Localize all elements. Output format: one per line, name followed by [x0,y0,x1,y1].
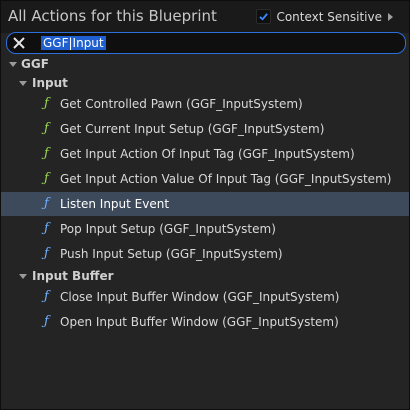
expand-arrow-icon[interactable] [9,62,17,67]
function-icon: ƒ [44,314,49,329]
category-label: GGF [21,57,49,71]
clear-search-icon[interactable] [12,36,26,50]
list-item[interactable]: ƒ Get Input Action Of Input Tag (GGF_Inp… [1,142,409,166]
checkbox-icon[interactable] [256,9,272,24]
action-label: Close Input Buffer Window (GGF_InputSyst… [60,290,340,304]
category-input-buffer[interactable]: Input Buffer [1,267,409,285]
list-item[interactable]: ƒ Pop Input Setup (GGF_InputSystem) [1,217,409,241]
category-label: Input Buffer [32,269,114,283]
action-label: Get Current Input Setup (GGF_InputSystem… [60,122,325,136]
context-sensitive-toggle[interactable]: Context Sensitive [256,9,393,24]
action-label: Push Input Setup (GGF_InputSystem) [60,247,283,261]
header: All Actions for this Blueprint Context S… [1,1,409,33]
action-label: Pop Input Setup (GGF_InputSystem) [60,222,276,236]
action-menu-panel: All Actions for this Blueprint Context S… [0,0,410,410]
list-item[interactable]: ƒ Get Current Input Setup (GGF_InputSyst… [1,117,409,141]
action-label: Listen Input Event [60,197,170,211]
action-label: Get Input Action Of Input Tag (GGF_Input… [60,147,355,161]
function-icon: ƒ [44,196,49,211]
function-icon: ƒ [44,289,49,304]
search-value[interactable]: GGF|Input [41,36,106,50]
function-icon: ƒ [44,221,49,236]
action-label: Open Input Buffer Window (GGF_InputSyste… [60,315,339,329]
list-item-selected[interactable]: ƒ Listen Input Event [1,192,409,216]
search-input[interactable]: GGF|Input [6,32,406,54]
list-item[interactable]: ƒ Open Input Buffer Window (GGF_InputSys… [1,310,409,334]
category-input[interactable]: Input [1,74,409,92]
category-label: Input [32,76,68,90]
function-icon: ƒ [44,246,49,261]
action-label: Get Input Action Value Of Input Tag (GGF… [60,172,392,186]
list-item[interactable]: ƒ Close Input Buffer Window (GGF_InputSy… [1,285,409,309]
function-icon: ƒ [44,146,49,161]
list-item[interactable]: ƒ Get Input Action Value Of Input Tag (G… [1,167,409,191]
expand-arrow-icon[interactable] [19,274,27,279]
function-icon: ƒ [44,96,49,111]
function-icon: ƒ [44,121,49,136]
function-icon: ƒ [44,171,49,186]
list-item[interactable]: ƒ Get Controlled Pawn (GGF_InputSystem) [1,92,409,116]
list-item[interactable]: ƒ Push Input Setup (GGF_InputSystem) [1,242,409,266]
action-label: Get Controlled Pawn (GGF_InputSystem) [60,97,303,111]
tree-root-ggf[interactable]: GGF [1,55,409,73]
expand-arrow-icon[interactable] [388,12,393,21]
context-sensitive-label: Context Sensitive [276,9,382,24]
expand-arrow-icon[interactable] [19,81,27,86]
panel-title: All Actions for this Blueprint [8,7,217,25]
